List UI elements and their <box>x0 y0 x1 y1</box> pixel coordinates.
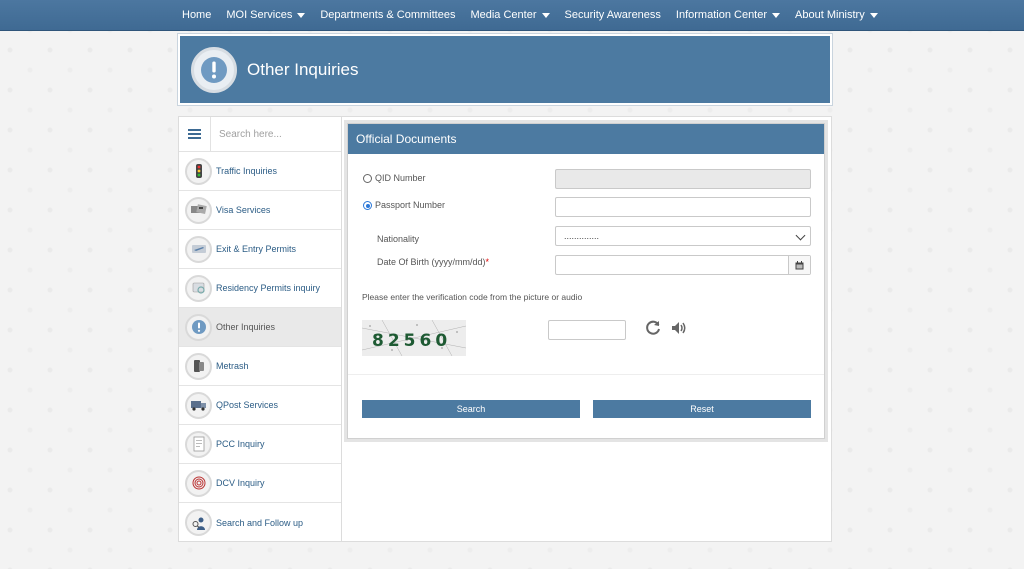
required-marker: * <box>485 257 490 267</box>
sidebar-item-label: Residency Permits inquiry <box>216 283 321 293</box>
chevron-down-icon <box>541 12 550 18</box>
sidebar-item-label: Visa Services <box>216 205 271 215</box>
sidebar: Traffic Inquiries Visa Services Exit & E… <box>178 116 342 542</box>
sidebar-item-traffic-inquiries[interactable]: Traffic Inquiries <box>179 152 341 191</box>
sidebar-search-row <box>179 116 341 152</box>
dob-label: Date Of Birth (yyyy/mm/dd)* <box>377 257 489 267</box>
hamburger-menu-icon[interactable] <box>179 116 211 152</box>
sidebar-item-label: Other Inquiries <box>216 322 276 332</box>
truck-icon <box>185 391 212 419</box>
nav-departments[interactable]: Departments & Committees <box>320 9 455 21</box>
sidebar-item-label: Exit & Entry Permits <box>216 244 297 254</box>
passport-label: Passport Number <box>375 200 446 210</box>
sidebar-item-pcc-inquiry[interactable]: PCC Inquiry <box>179 425 341 464</box>
nationality-label: Nationality <box>377 234 420 244</box>
chevron-down-icon <box>795 230 806 241</box>
visa-icon <box>185 196 212 224</box>
nav-moi-services[interactable]: MOI Services <box>226 9 306 21</box>
search-button[interactable]: Search <box>362 400 580 418</box>
sidebar-item-label: Search and Follow up <box>216 517 304 528</box>
dob-input-field[interactable] <box>564 256 810 274</box>
dob-label-text: Date Of Birth (yyyy/mm/dd) <box>377 257 486 267</box>
captcha-image: 82560 <box>362 320 466 356</box>
qid-radio[interactable] <box>363 174 372 183</box>
chevron-down-icon <box>869 12 878 18</box>
nav-media-center-label: Media Center <box>470 9 537 21</box>
residency-icon <box>185 274 212 302</box>
calendar-icon[interactable] <box>788 256 810 274</box>
dob-input[interactable] <box>555 255 811 275</box>
chevron-down-icon <box>297 12 306 18</box>
sidebar-item-dcv-inquiry[interactable]: DCV Inquiry <box>179 464 341 503</box>
exclamation-icon <box>191 46 237 93</box>
sidebar-item-label: QPost Services <box>216 400 279 410</box>
nav-about-ministry-label: About Ministry <box>795 9 865 21</box>
nav-information-center-label: Information Center <box>675 9 768 21</box>
reset-button[interactable]: Reset <box>593 400 811 418</box>
audio-speaker-icon[interactable] <box>670 319 688 337</box>
sidebar-search-input[interactable] <box>211 119 339 149</box>
verification-instructions: Please enter the verification code from … <box>362 292 583 302</box>
sidebar-item-qpost-services[interactable]: QPost Services <box>179 386 341 425</box>
qid-input[interactable] <box>555 169 811 189</box>
sidebar-item-exit-entry-permits[interactable]: Exit & Entry Permits <box>179 230 341 269</box>
nav-media-center[interactable]: Media Center <box>470 9 550 21</box>
nav-security-awareness[interactable]: Security Awareness <box>565 9 661 21</box>
fingerprint-icon <box>185 469 212 497</box>
qid-input-field[interactable] <box>564 170 810 188</box>
document-icon <box>185 430 212 458</box>
sidebar-item-other-inquiries[interactable]: Other Inquiries <box>179 308 341 347</box>
sidebar-item-metrash[interactable]: Metrash <box>179 347 341 386</box>
sidebar-item-label: PCC Inquiry <box>216 439 265 449</box>
main-content: Official Documents QID Number Passport N… <box>342 116 832 542</box>
sidebar-item-label: DCV Inquiry <box>216 478 265 488</box>
top-navigation: Home MOI Services Departments & Committe… <box>0 0 1024 31</box>
sidebar-item-residency-permits[interactable]: Residency Permits inquiry <box>179 269 341 308</box>
nationality-select[interactable]: .............. <box>555 226 811 246</box>
sidebar-item-label: Metrash <box>216 361 249 371</box>
search-person-icon <box>185 509 212 536</box>
nav-home-label: Home <box>182 9 212 21</box>
form-title: Official Documents <box>348 124 824 154</box>
passport-input-field[interactable] <box>564 198 810 216</box>
nav-about-ministry[interactable]: About Ministry <box>795 9 878 21</box>
passport-input[interactable] <box>555 197 811 217</box>
chevron-down-icon <box>772 12 781 18</box>
refresh-icon[interactable] <box>644 319 662 337</box>
airplane-icon <box>185 235 212 263</box>
nationality-value: .............. <box>564 231 600 241</box>
traffic-light-icon <box>185 157 212 185</box>
exclamation-icon <box>185 313 212 341</box>
captcha-input[interactable] <box>548 320 626 340</box>
page-header-banner: Other Inquiries <box>178 34 832 105</box>
sidebar-item-search-follow-up[interactable]: Search and Follow up <box>179 503 341 542</box>
form-divider <box>348 374 824 375</box>
passport-radio[interactable] <box>363 201 372 210</box>
nav-home[interactable]: Home <box>182 9 211 21</box>
nav-moi-services-label: MOI Services <box>226 9 293 21</box>
nav-security-awareness-label: Security Awareness <box>564 9 661 21</box>
sidebar-item-label: Traffic Inquiries <box>216 166 278 176</box>
nav-departments-label: Departments & Committees <box>320 9 456 21</box>
official-documents-form: Official Documents QID Number Passport N… <box>347 123 825 439</box>
page-title: Other Inquiries <box>247 59 359 79</box>
sidebar-item-visa-services[interactable]: Visa Services <box>179 191 341 230</box>
qid-label: QID Number <box>375 173 426 183</box>
nav-information-center[interactable]: Information Center <box>675 9 781 21</box>
phone-icon <box>185 352 212 380</box>
captcha-text: 82560 <box>372 331 451 351</box>
